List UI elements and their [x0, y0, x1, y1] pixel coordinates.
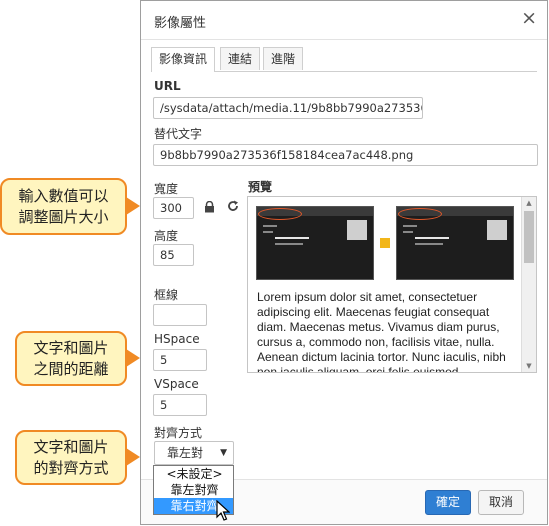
callout-align-line1: 文字和圖片	[33, 437, 109, 456]
url-input[interactable]: /sysdata/attach/media.11/9b8bb7990a27353…	[153, 97, 423, 119]
tab-advanced[interactable]: 進階	[263, 47, 304, 70]
align-label: 對齊方式	[154, 426, 203, 440]
tab-link[interactable]: 連結	[220, 47, 261, 70]
scroll-down-icon[interactable]: ▼	[522, 360, 536, 372]
callout-resize-line1: 輸入數值可以	[18, 186, 109, 205]
ok-button[interactable]: 確定	[425, 490, 472, 515]
preview-pane: Lorem ipsum dolor sit amet, consectetuer…	[247, 196, 537, 373]
alt-text-input[interactable]: 9b8bb7990a273536f158184cea7ac448.png	[153, 144, 538, 166]
align-option-unset[interactable]: <未設定>	[154, 466, 233, 482]
scroll-thumb[interactable]	[524, 211, 534, 263]
align-option-left[interactable]: 靠左對齊	[154, 482, 233, 498]
cancel-button[interactable]: 取消	[478, 490, 525, 515]
callout-align-line2: 的對齊方式	[33, 458, 109, 477]
preview-text: Lorem ipsum dolor sit amet, consectetuer…	[257, 290, 506, 373]
border-label: 框線	[154, 288, 179, 302]
callout-resize: 輸入數值可以 調整圖片大小	[0, 178, 127, 235]
mouse-cursor-icon	[216, 499, 231, 525]
preview-thumbnail-after	[396, 206, 514, 280]
callout-spacing: 文字和圖片 之間的距離	[15, 331, 127, 386]
height-label: 高度	[154, 229, 179, 243]
align-select-value: 靠左對	[167, 446, 204, 460]
callout-spacing-arrow	[126, 349, 140, 367]
image-properties-dialog: 影像屬性 × 影像資訊 連結 進階 URL /sysdata/attach/me…	[140, 0, 548, 525]
alt-text-label: 替代文字	[154, 127, 203, 141]
tab-bar: 影像資訊 連結 進階	[151, 47, 537, 72]
reset-size-icon[interactable]	[227, 200, 239, 216]
vspace-label: VSpace	[154, 377, 199, 391]
url-label: URL	[154, 79, 181, 93]
width-input[interactable]: 300	[153, 197, 194, 219]
preview-image	[256, 206, 524, 280]
callout-resize-line2: 調整圖片大小	[18, 207, 109, 226]
preview-label: 預覽	[248, 180, 273, 194]
dialog-titlebar[interactable]: 影像屬性 ×	[141, 1, 547, 40]
callout-resize-arrow	[126, 197, 140, 215]
dialog-title: 影像屬性	[154, 16, 207, 31]
arrow-right-icon	[380, 238, 390, 248]
close-icon[interactable]: ×	[521, 7, 537, 29]
border-input[interactable]	[153, 304, 207, 326]
height-input[interactable]: 85	[153, 244, 194, 266]
callout-spacing-line2: 之間的距離	[33, 359, 109, 378]
lock-icon[interactable]	[204, 200, 215, 217]
hspace-input[interactable]: 5	[153, 349, 207, 371]
callout-align-arrow	[126, 448, 140, 466]
preview-scrollbar[interactable]: ▲ ▼	[521, 197, 536, 372]
width-label: 寬度	[154, 182, 179, 196]
scroll-up-icon[interactable]: ▲	[522, 197, 536, 209]
align-select[interactable]: 靠左對 ▼	[154, 441, 234, 465]
chevron-down-icon: ▼	[220, 448, 227, 458]
preview-thumbnail-before	[256, 206, 374, 280]
hspace-label: HSpace	[154, 332, 200, 346]
vspace-input[interactable]: 5	[153, 394, 207, 416]
tab-image-info[interactable]: 影像資訊	[151, 47, 216, 72]
callout-align: 文字和圖片 的對齊方式	[15, 430, 127, 485]
callout-spacing-line1: 文字和圖片	[33, 338, 109, 357]
